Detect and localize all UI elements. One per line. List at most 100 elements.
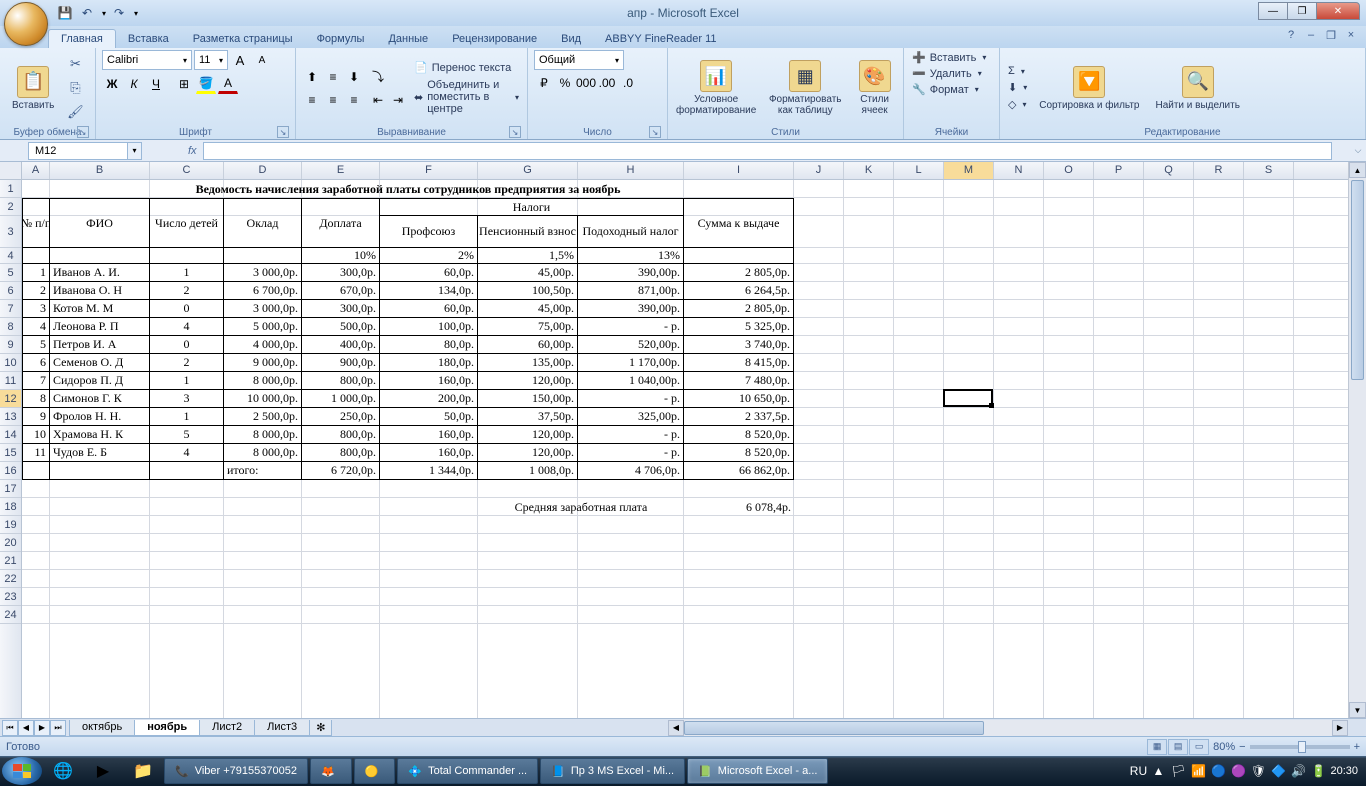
font-color[interactable]: A <box>218 74 238 94</box>
cell-E6[interactable]: 670,0р. <box>302 282 380 300</box>
row-header-18[interactable]: 18 <box>0 498 21 516</box>
zoom-slider[interactable] <box>1250 745 1350 749</box>
cell-H12[interactable]: - р. <box>578 390 684 408</box>
cell-D5[interactable]: 3 000,0р. <box>224 264 302 282</box>
shrink-font[interactable]: A <box>252 50 272 70</box>
zoom-out[interactable]: − <box>1239 741 1245 753</box>
cell-B11[interactable]: Сидоров П. Д <box>50 372 150 390</box>
cell-G5[interactable]: 45,00р. <box>478 264 578 282</box>
cell-A9[interactable]: 5 <box>22 336 50 354</box>
cell-E16[interactable]: 6 720,0р. <box>302 462 380 480</box>
cell-H9[interactable]: 520,00р. <box>578 336 684 354</box>
taskbar-item-5[interactable]: 📗Microsoft Excel - a... <box>687 758 828 784</box>
cell-D14[interactable]: 8 000,0р. <box>224 426 302 444</box>
cut-button[interactable]: ✂ <box>64 53 86 75</box>
row-header-15[interactable]: 15 <box>0 444 21 462</box>
cell-E15[interactable]: 800,0р. <box>302 444 380 462</box>
align-top[interactable]: ⬆ <box>302 67 322 87</box>
cell-A10[interactable]: 6 <box>22 354 50 372</box>
office-button[interactable] <box>4 2 48 46</box>
cell-G12[interactable]: 150,00р. <box>478 390 578 408</box>
horizontal-scrollbar[interactable]: ◀ ▶ <box>668 720 1348 736</box>
zoom-value[interactable]: 80% <box>1213 741 1235 753</box>
cell-C7[interactable]: 0 <box>150 300 224 318</box>
col-header-G[interactable]: G <box>478 162 578 179</box>
cell-G14[interactable]: 120,00р. <box>478 426 578 444</box>
delete-cells[interactable]: ➖Удалить▾ <box>910 66 984 81</box>
col-header-A[interactable]: A <box>22 162 50 179</box>
cell-H14[interactable]: - р. <box>578 426 684 444</box>
cell-E7[interactable]: 300,0р. <box>302 300 380 318</box>
cell-styles[interactable]: 🎨Стили ячеек <box>852 58 897 118</box>
autosum[interactable]: Σ▾ <box>1006 64 1029 78</box>
cell-G13[interactable]: 37,50р. <box>478 408 578 426</box>
view-break[interactable]: ▭ <box>1189 739 1209 755</box>
minimize-button[interactable]: — <box>1258 2 1288 20</box>
cell-I8[interactable]: 5 325,0р. <box>684 318 794 336</box>
cell-I13[interactable]: 2 337,5р. <box>684 408 794 426</box>
cell-F5[interactable]: 60,0р. <box>380 264 478 282</box>
name-box[interactable]: M12 <box>28 142 128 160</box>
tab-review[interactable]: Рецензирование <box>440 30 549 48</box>
tray-flag[interactable]: 🏳 <box>1170 763 1186 779</box>
align-launcher[interactable]: ↘ <box>509 126 521 138</box>
border-button[interactable]: ⊞ <box>174 74 194 94</box>
number-format-combo[interactable]: Общий▾ <box>534 50 624 70</box>
conditional-format[interactable]: 📊Условное форматирование <box>674 58 758 118</box>
tab-nav-prev[interactable]: ◀ <box>18 720 34 736</box>
grow-font[interactable]: A <box>230 50 250 70</box>
tab-abbyy[interactable]: ABBYY FineReader 11 <box>593 30 729 48</box>
cell-B14[interactable]: Храмова Н. К <box>50 426 150 444</box>
cell-B16[interactable] <box>50 462 150 480</box>
cell-C6[interactable]: 2 <box>150 282 224 300</box>
cell-G15[interactable]: 120,00р. <box>478 444 578 462</box>
cell-D13[interactable]: 2 500,0р. <box>224 408 302 426</box>
tray-bt[interactable]: 🔷 <box>1270 763 1286 779</box>
cell-C2[interactable]: Число детей <box>150 198 224 248</box>
col-header-E[interactable]: E <box>302 162 380 179</box>
tray-net[interactable]: 📶 <box>1190 763 1206 779</box>
cell-H7[interactable]: 390,00р. <box>578 300 684 318</box>
cell-C4[interactable] <box>150 248 224 264</box>
tray-viber[interactable]: 🟣 <box>1230 763 1246 779</box>
cell-A11[interactable]: 7 <box>22 372 50 390</box>
col-header-M[interactable]: M <box>944 162 994 179</box>
cell-D6[interactable]: 6 700,0р. <box>224 282 302 300</box>
cell-F8[interactable]: 100,0р. <box>380 318 478 336</box>
tray-up[interactable]: ▲ <box>1150 763 1166 779</box>
sheet-tab-октябрь[interactable]: октябрь <box>69 720 135 736</box>
cell-H15[interactable]: - р. <box>578 444 684 462</box>
bold-button[interactable]: Ж <box>102 74 122 94</box>
inc-indent[interactable]: ⇥ <box>388 90 408 110</box>
cell-E9[interactable]: 400,0р. <box>302 336 380 354</box>
cell-F9[interactable]: 80,0р. <box>380 336 478 354</box>
cell-B10[interactable]: Семенов О. Д <box>50 354 150 372</box>
cell-H4[interactable]: 13% <box>578 248 684 264</box>
cell-D4[interactable] <box>224 248 302 264</box>
wrap-text[interactable]: 📄Перенос текста <box>412 60 521 75</box>
cell-E4[interactable]: 10% <box>302 248 380 264</box>
col-header-Q[interactable]: Q <box>1144 162 1194 179</box>
cell-grid[interactable]: Ведомость начисления заработной платы со… <box>22 180 1348 718</box>
cell-D10[interactable]: 9 000,0р. <box>224 354 302 372</box>
row-header-1[interactable]: 1 <box>0 180 21 198</box>
cell-D9[interactable]: 4 000,0р. <box>224 336 302 354</box>
cell-D15[interactable]: 8 000,0р. <box>224 444 302 462</box>
cell-H11[interactable]: 1 040,00р. <box>578 372 684 390</box>
cell-H5[interactable]: 390,00р. <box>578 264 684 282</box>
cell-B4[interactable] <box>50 248 150 264</box>
cell-C8[interactable]: 4 <box>150 318 224 336</box>
cell-E11[interactable]: 800,0р. <box>302 372 380 390</box>
cell-I15[interactable]: 8 520,0р. <box>684 444 794 462</box>
cell-F16[interactable]: 1 344,0р. <box>380 462 478 480</box>
cell-B9[interactable]: Петров И. А <box>50 336 150 354</box>
cell-G6[interactable]: 100,50р. <box>478 282 578 300</box>
col-header-N[interactable]: N <box>994 162 1044 179</box>
cell-B6[interactable]: Иванова О. Н <box>50 282 150 300</box>
comma-btn[interactable]: 000 <box>576 73 596 93</box>
tab-view[interactable]: Вид <box>549 30 593 48</box>
zoom-in[interactable]: + <box>1354 741 1360 753</box>
cell-G18[interactable]: Средняя заработная плата <box>478 498 684 516</box>
scroll-up[interactable]: ▲ <box>1349 162 1366 178</box>
cell-B13[interactable]: Фролов Н. Н. <box>50 408 150 426</box>
